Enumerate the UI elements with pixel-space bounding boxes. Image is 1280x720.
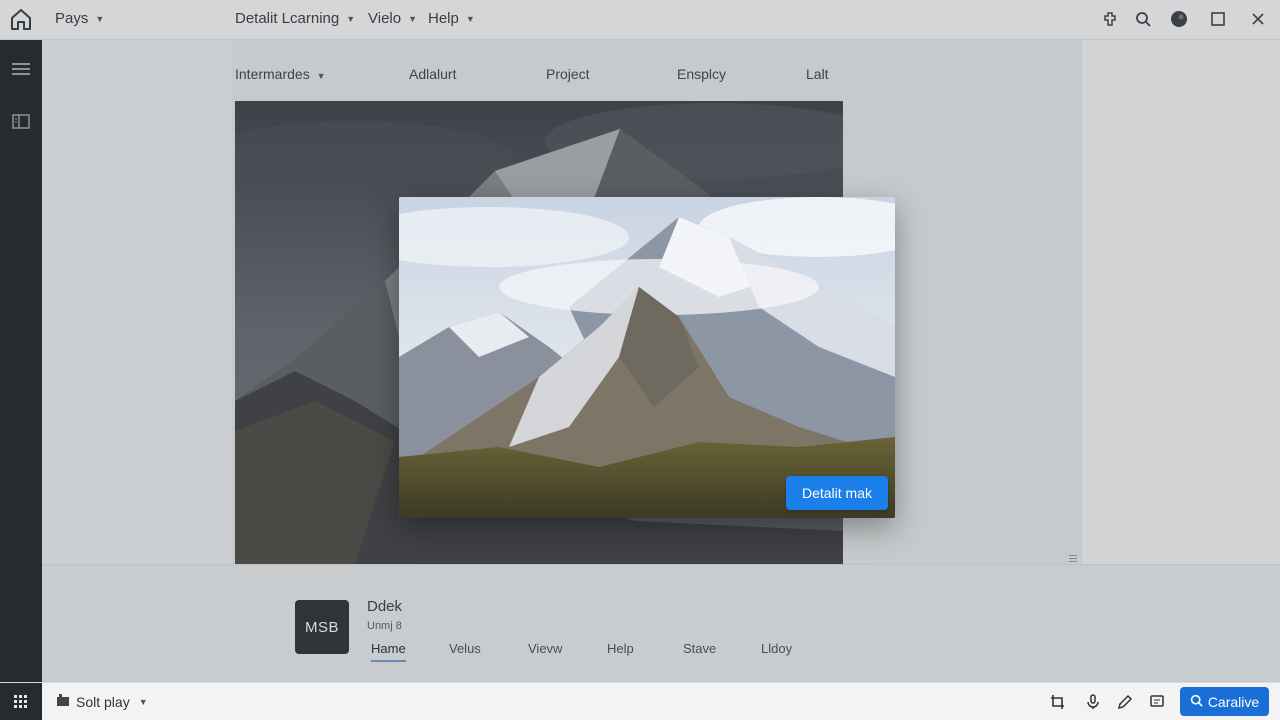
menu-label: Help [428, 10, 459, 27]
hamburger-menu-icon[interactable] [10, 58, 32, 80]
project-subtitle: Unmj 8 [367, 620, 402, 632]
maximize-icon[interactable] [1207, 8, 1229, 30]
tab-label: Adlalurt [409, 66, 457, 82]
apps-grid-icon[interactable] [0, 683, 42, 720]
tab-lalt[interactable]: Lalt [806, 66, 829, 82]
creative-search-button[interactable]: Caralive [1180, 687, 1269, 716]
chevron-down-icon: ▼ [408, 13, 418, 24]
split-play-dropdown[interactable]: Solt play ▼ [56, 693, 148, 710]
creative-label: Caralive [1207, 693, 1260, 710]
pays-menu[interactable]: Pays ▼ [55, 10, 104, 27]
tab-label: Ensplcy [677, 66, 727, 82]
pays-label: Pays [55, 10, 89, 27]
tab-intermardes[interactable]: Intermardes ▼ [235, 66, 326, 82]
split-play-label: Solt play [76, 693, 130, 710]
project-title: Ddek [367, 598, 403, 615]
tab-label: Project [546, 66, 590, 82]
profile-icon[interactable] [1168, 8, 1190, 30]
chevron-down-icon: ▼ [346, 13, 356, 24]
menu-video[interactable]: Vielo ▼ [368, 10, 417, 27]
bottom-bar: Solt play ▼ Caralive [0, 682, 1280, 720]
menu-label: Detalit Lcarning [235, 10, 340, 27]
home-icon[interactable] [8, 6, 34, 32]
pencil-icon[interactable] [1115, 692, 1135, 712]
image-preview-modal[interactable] [399, 197, 895, 518]
lower-tab-lldoy[interactable]: Lldoy [761, 641, 792, 656]
chevron-down-icon: ▼ [316, 71, 326, 81]
lower-panel [42, 564, 1280, 682]
tab-label: Lalt [806, 66, 829, 82]
project-thumbnail[interactable]: MSB [295, 600, 349, 654]
tab-ensplcy[interactable]: Ensplcy [677, 66, 726, 82]
lower-tab-home[interactable]: Hame [371, 641, 406, 662]
resize-handle-icon[interactable] [1068, 550, 1078, 562]
search-icon[interactable] [1132, 8, 1154, 30]
lower-tab-help[interactable]: Help [607, 641, 634, 656]
lower-tab-view[interactable]: Vievw [528, 641, 562, 656]
lower-tab-velus[interactable]: Velus [449, 641, 481, 656]
panel-layout-icon[interactable] [10, 110, 32, 132]
tab-label: Intermardes [235, 66, 310, 82]
top-bar: Pays ▼ Detalit Lcarning ▼ Vielo ▼ Help ▼ [0, 0, 1280, 40]
split-play-icon [56, 693, 70, 710]
search-icon [1190, 694, 1203, 710]
menu-label: Vielo [368, 10, 402, 27]
chevron-down-icon: ▼ [95, 13, 105, 24]
right-panel [1082, 40, 1280, 564]
menu-help[interactable]: Help ▼ [428, 10, 475, 27]
menu-detail-learning[interactable]: Detalit Lcarning ▼ [235, 10, 355, 27]
detail-make-button[interactable]: Detalit mak [786, 476, 888, 510]
mountain-graphic [399, 197, 895, 518]
lower-tab-stave[interactable]: Stave [683, 641, 716, 656]
crop-icon[interactable] [1048, 692, 1068, 712]
microphone-icon[interactable] [1083, 692, 1103, 712]
tab-adlalurt[interactable]: Adlalurt [409, 66, 456, 82]
chevron-down-icon: ▼ [465, 13, 475, 24]
tab-bar: Intermardes ▼ Adlalurt Project Ensplcy L… [235, 66, 855, 86]
close-icon[interactable] [1247, 8, 1269, 30]
left-rail [0, 40, 42, 682]
tab-project[interactable]: Project [546, 66, 590, 82]
extensions-icon[interactable] [1099, 8, 1121, 30]
chevron-down-icon: ▼ [138, 696, 148, 707]
comment-icon[interactable] [1147, 692, 1167, 712]
